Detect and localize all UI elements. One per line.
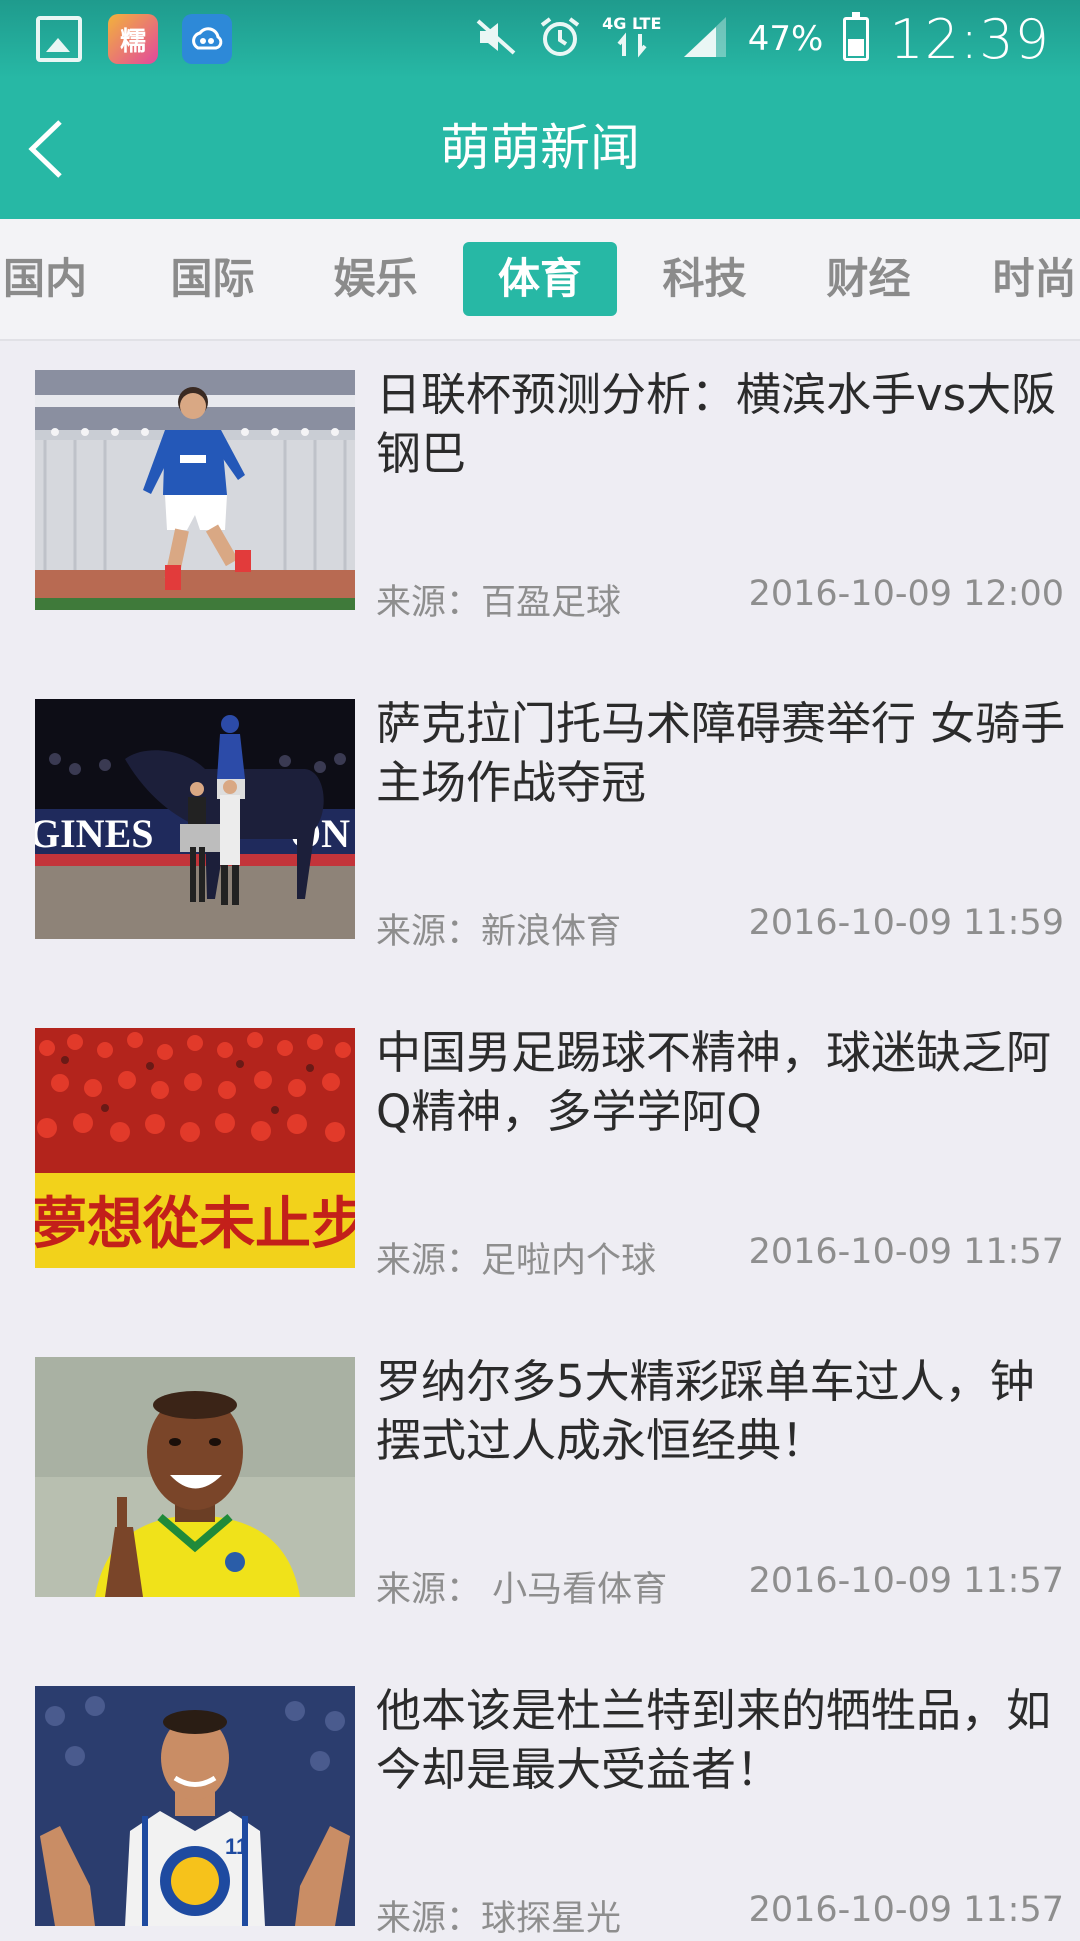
tab-fashion[interactable]: 时尚 xyxy=(972,242,1080,316)
news-source: 来源：足啦内个球 xyxy=(376,1241,657,1281)
alarm-icon xyxy=(538,15,582,63)
news-time: 2016-10-09 11:57 xyxy=(748,1890,1064,1930)
fans-banner-image: 夢想從未止步 xyxy=(35,1028,355,1268)
page-title: 萌萌新闻 xyxy=(440,119,640,177)
news-source: 来源：百盈足球 xyxy=(376,583,622,623)
battery-percent: 47% xyxy=(747,19,824,59)
news-thumbnail[interactable]: GINES ON xyxy=(35,699,355,939)
tab-sports[interactable]: 体育 xyxy=(463,242,617,316)
tab-finance[interactable]: 财经 xyxy=(806,242,931,316)
news-time: 2016-10-09 11:57 xyxy=(748,1232,1064,1272)
news-source: 来源：新浪体育 xyxy=(376,912,622,952)
news-item[interactable]: 罗纳尔多5大精彩踩单车过人，钟摆式过人成永恒经典！ 来源： 小马看体育 2016… xyxy=(0,1355,1080,1610)
tab-international[interactable]: 国际 xyxy=(150,242,275,316)
news-headline[interactable]: 他本该是杜兰特到来的牺牲品，如今却是最大受益者！ xyxy=(376,1681,1066,1799)
battery-icon xyxy=(843,12,870,61)
data-arrows-icon: 4G LTE xyxy=(602,16,662,62)
news-source: 来源： 小马看体育 xyxy=(376,1570,668,1610)
basketball-player-image: 11 xyxy=(35,1686,355,1926)
equestrian-image: GINES ON xyxy=(35,699,355,939)
system-icons: 4G LTE 47% 12:39 xyxy=(474,6,1050,72)
news-time: 2016-10-09 12:00 xyxy=(748,574,1064,614)
cloud-app-icon xyxy=(182,14,232,64)
news-item[interactable]: 日联杯预测分析：横滨水手vs大阪钢巴 来源：百盈足球 2016-10-09 12… xyxy=(0,368,1080,623)
news-item[interactable]: 夢想從未止步 中国男足踢球不精神，球迷缺乏阿Q精神，多学学阿Q 来源：足啦内个球… xyxy=(0,1026,1080,1281)
tab-domestic[interactable]: 国内 xyxy=(0,242,100,316)
status-bar: 糯 4G LTE 47% 12:39 xyxy=(0,0,1080,78)
tab-entertainment[interactable]: 娱乐 xyxy=(313,242,438,316)
tab-tech[interactable]: 科技 xyxy=(642,242,767,316)
news-headline[interactable]: 萨克拉门托马术障碍赛举行 女骑手主场作战夺冠 xyxy=(376,694,1066,812)
signal-icon xyxy=(682,15,728,63)
notification-icons: 糯 xyxy=(34,14,232,64)
svg-text:11: 11 xyxy=(225,1834,248,1859)
lte-label: 4G LTE xyxy=(602,14,662,33)
news-item[interactable]: GINES ON 萨克拉门托马术障碍赛举行 女骑手主场作战夺冠 来源：新浪体育 … xyxy=(0,697,1080,952)
news-headline[interactable]: 日联杯预测分析：横滨水手vs大阪钢巴 xyxy=(376,365,1066,483)
news-thumbnail[interactable] xyxy=(35,370,355,610)
news-headline[interactable]: 中国男足踢球不精神，球迷缺乏阿Q精神，多学学阿Q xyxy=(376,1023,1066,1141)
news-item[interactable]: 11 他本该是杜兰特到来的牺牲品，如今却是最大受益者！ 来源：球探星光 2016… xyxy=(0,1684,1080,1939)
app-bar: 萌萌新闻 xyxy=(0,78,1080,219)
svg-text:GINES: GINES xyxy=(35,811,154,856)
news-thumbnail[interactable]: 11 xyxy=(35,1686,355,1926)
news-time: 2016-10-09 11:59 xyxy=(748,903,1064,943)
soccer-player-image xyxy=(35,370,355,610)
news-source: 来源：球探星光 xyxy=(376,1899,622,1939)
news-time: 2016-10-09 11:57 xyxy=(748,1561,1064,1601)
nuomi-app-icon: 糯 xyxy=(108,14,158,64)
news-headline[interactable]: 罗纳尔多5大精彩踩单车过人，钟摆式过人成永恒经典！ xyxy=(376,1352,1066,1470)
news-thumbnail[interactable]: 夢想從未止步 xyxy=(35,1028,355,1268)
category-tabs: 国内 国际 娱乐 体育 科技 财经 时尚 xyxy=(0,219,1080,341)
player-yellow-jersey-image xyxy=(35,1357,355,1597)
news-thumbnail[interactable] xyxy=(35,1357,355,1597)
mute-icon xyxy=(474,17,518,61)
gallery-icon xyxy=(34,14,84,64)
banner-text: 夢想從未止步 xyxy=(35,1191,355,1257)
clock: 12:39 xyxy=(889,7,1050,71)
